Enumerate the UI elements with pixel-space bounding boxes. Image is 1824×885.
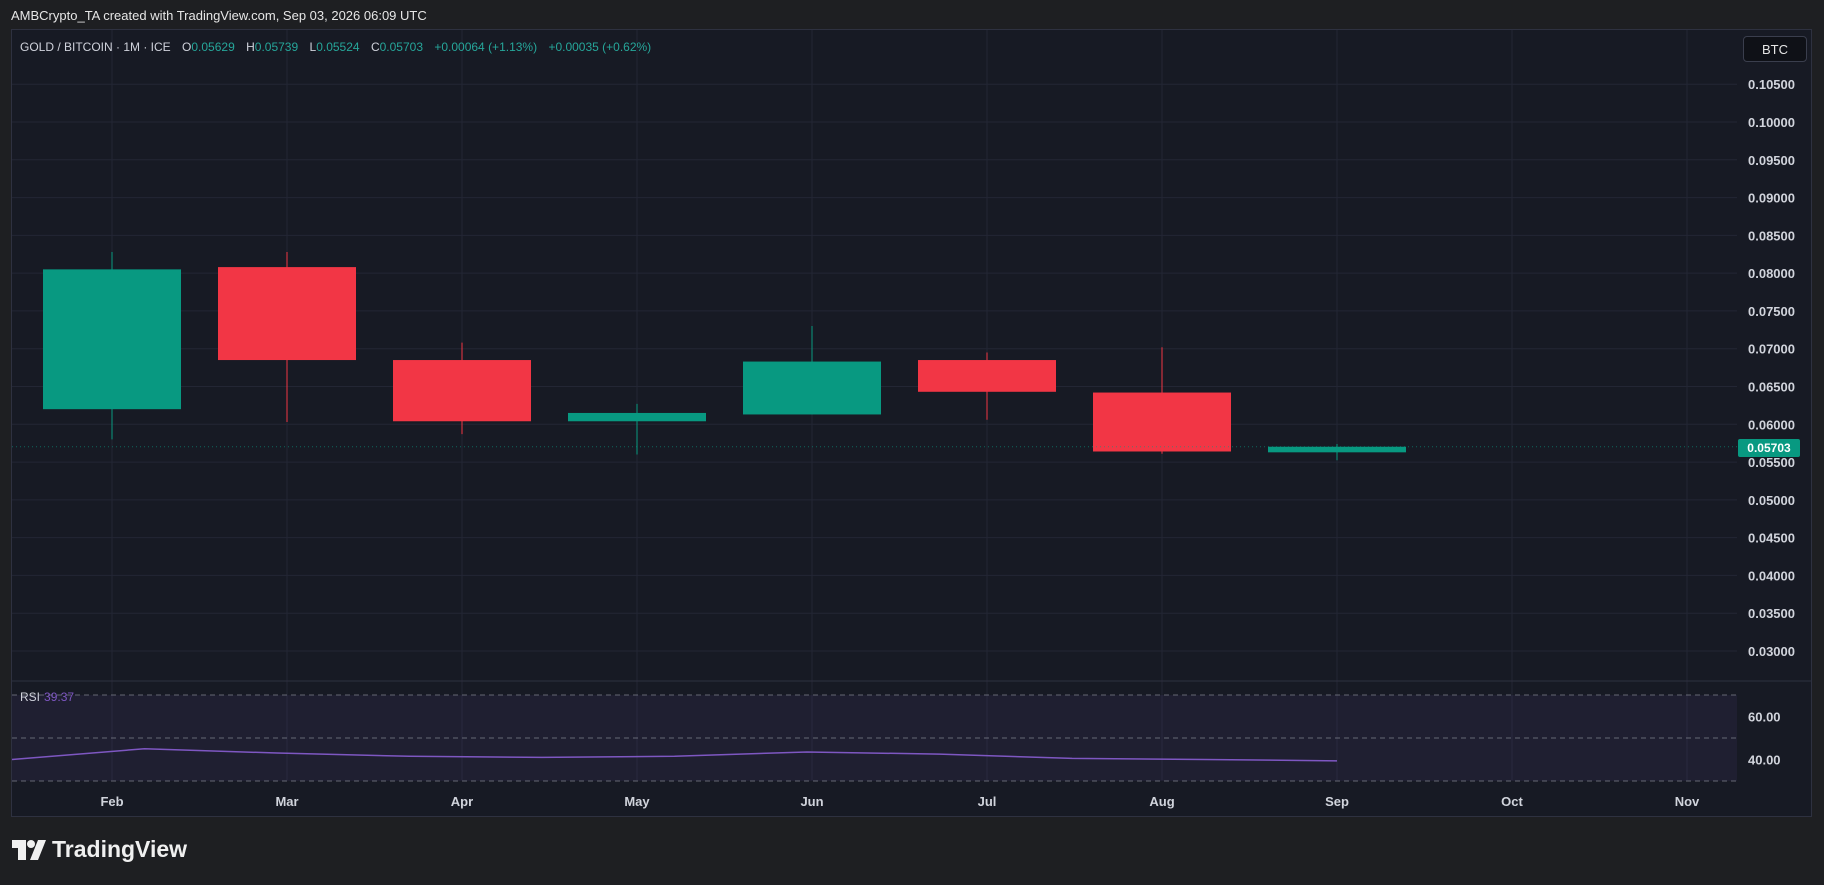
rsi-value: 39.37: [44, 690, 75, 704]
candle-body[interactable]: [43, 269, 181, 410]
close-value: 0.05703: [379, 40, 423, 54]
currency-badge[interactable]: BTC: [1743, 36, 1807, 62]
price-tick-label: 0.03000: [1748, 644, 1795, 659]
time-tick-label: Jul: [978, 794, 997, 809]
price-tick-label: 0.05000: [1748, 493, 1795, 508]
candle-body[interactable]: [393, 360, 531, 422]
tradingview-logo-icon: [12, 839, 46, 860]
price-tick-label: 0.09000: [1748, 191, 1795, 206]
time-tick-label: Aug: [1149, 794, 1174, 809]
price-tick-label: 0.09500: [1748, 153, 1795, 168]
tradingview-brand-name: TradingView: [52, 836, 188, 862]
price-tick-label: 0.04000: [1748, 568, 1795, 583]
time-tick-label: May: [624, 794, 650, 809]
time-tick-label: Jun: [800, 794, 823, 809]
price-tick-label: 0.08500: [1748, 228, 1795, 243]
open-value: 0.05629: [191, 40, 235, 54]
price-tick-label: 0.08000: [1748, 266, 1795, 281]
price-tick-label: 0.03500: [1748, 606, 1795, 621]
change-value: +0.00064 (+1.13%): [434, 40, 538, 54]
rsi-tick-label: 40.00: [1748, 753, 1781, 768]
open-label: O: [182, 40, 192, 54]
high-value: 0.05739: [254, 40, 299, 54]
time-tick-label: Feb: [100, 794, 123, 809]
rsi-tick-label: 60.00: [1748, 710, 1781, 725]
price-tick-label: 0.07000: [1748, 342, 1795, 357]
time-tick-label: Nov: [1675, 794, 1700, 809]
candle-body[interactable]: [568, 412, 706, 422]
tradingview-logo[interactable]: TradingView: [12, 836, 187, 863]
symbol-legend: GOLD / BITCOIN · 1M · ICE O0.05629 H0.05…: [20, 40, 651, 54]
time-tick-label: Mar: [275, 794, 298, 809]
candle-body[interactable]: [918, 360, 1056, 392]
rsi-label: RSI: [20, 690, 41, 704]
price-tick-label: 0.07500: [1748, 304, 1795, 319]
candle-body[interactable]: [1268, 446, 1406, 453]
high-label: H: [246, 40, 255, 54]
price-tick-label: 0.06000: [1748, 417, 1795, 432]
candle-body[interactable]: [743, 361, 881, 415]
low-value: 0.05524: [316, 40, 360, 54]
candle-body[interactable]: [218, 267, 356, 361]
candlestick-chart[interactable]: 0.10500 0.10000 0.09500 0.09000 0.08500 0.080…: [0, 0, 1824, 885]
price-tick-label: 0.06500: [1748, 380, 1795, 395]
rsi-legend: RSI 39.37: [20, 690, 74, 704]
price-tick-label: 0.10000: [1748, 115, 1795, 130]
rsi-band-fill: [12, 695, 1737, 781]
price-tick-label: 0.10500: [1748, 77, 1795, 92]
time-tick-label: Apr: [451, 794, 473, 809]
time-tick-label: Sep: [1325, 794, 1349, 809]
candle-body[interactable]: [1093, 392, 1231, 452]
time-tick-label: Oct: [1501, 794, 1523, 809]
price-tick-label: 0.05500: [1748, 455, 1795, 470]
price-tick-label: 0.04500: [1748, 531, 1795, 546]
change2-value: +0.00035 (+0.62%): [548, 40, 652, 54]
close-label: C: [370, 40, 380, 54]
symbol-title: GOLD / BITCOIN · 1M · ICE: [20, 40, 171, 54]
last-price-tag: 0.05703: [1738, 439, 1800, 457]
